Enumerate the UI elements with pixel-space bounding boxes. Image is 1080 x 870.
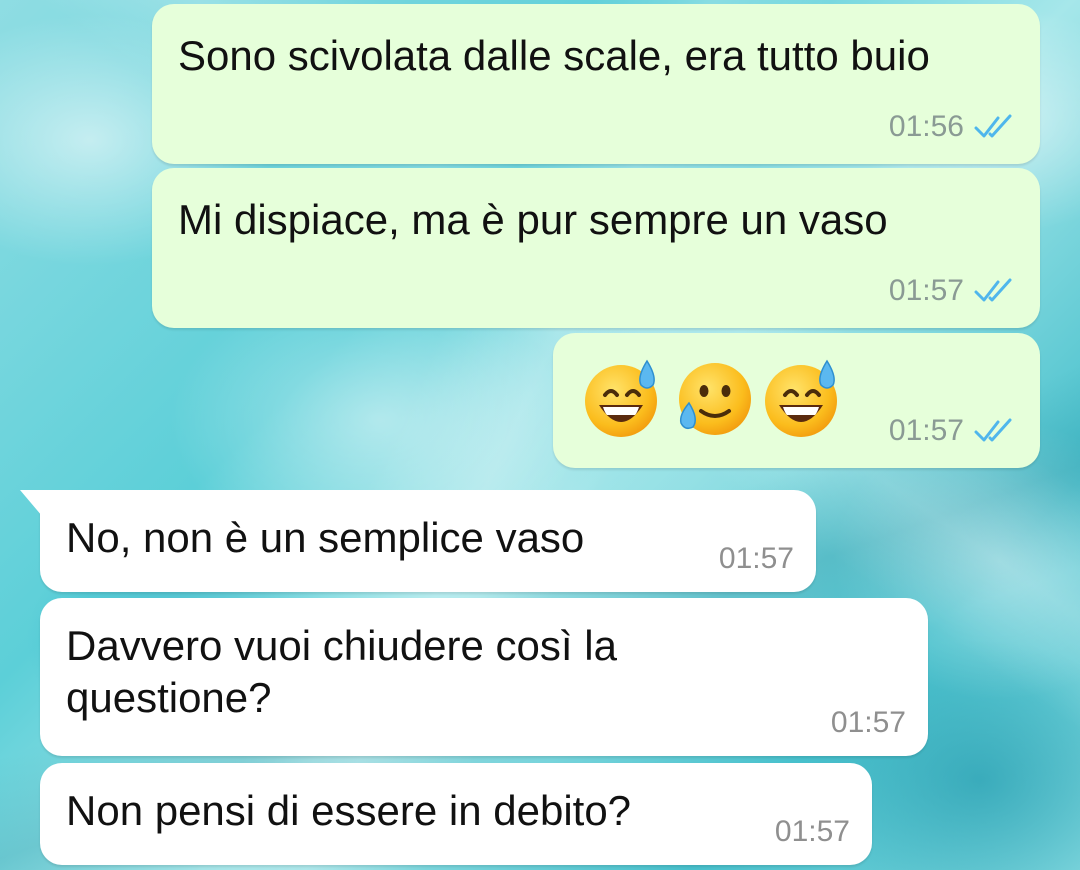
smiling-face-with-tear-icon: [679, 363, 751, 435]
message-outgoing-emoji[interactable]: 01:57: [553, 333, 1040, 468]
message-meta: 01:57: [719, 544, 794, 574]
message-text: Sono scivolata dalle scale, era tutto bu…: [178, 32, 930, 79]
message-meta: 01:57: [889, 416, 1018, 446]
message-meta: 01:57: [775, 817, 850, 847]
message-incoming[interactable]: Non pensi di essere in debito? 01:57: [40, 763, 872, 865]
emoji-row: [581, 357, 845, 441]
grinning-face-with-sweat-icon: [765, 359, 837, 437]
message-time: 01:57: [888, 414, 964, 447]
message-text: Non pensi di essere in debito?: [66, 787, 632, 834]
message-time: 01:57: [774, 815, 850, 848]
message-meta: 01:56: [889, 112, 1018, 142]
message-incoming[interactable]: Davvero vuoi chiudere così la questione?…: [40, 598, 928, 756]
message-time: 01:57: [830, 706, 906, 739]
double-check-icon: [974, 278, 1012, 302]
message-time: 01:56: [888, 110, 964, 143]
message-text: Davvero vuoi chiudere così la questione?: [66, 622, 617, 721]
grinning-face-with-sweat-icon: [585, 359, 657, 437]
message-text: Mi dispiace, ma è pur sempre un vaso: [178, 196, 888, 243]
message-outgoing[interactable]: Mi dispiace, ma è pur sempre un vaso 01:…: [152, 168, 1040, 328]
message-text: No, non è un semplice vaso: [66, 514, 585, 561]
message-time: 01:57: [888, 274, 964, 307]
message-meta: 01:57: [831, 708, 906, 738]
message-time: 01:57: [718, 542, 794, 575]
message-outgoing[interactable]: Sono scivolata dalle scale, era tutto bu…: [152, 4, 1040, 164]
message-meta: 01:57: [889, 276, 1018, 306]
double-check-icon: [974, 418, 1012, 442]
double-check-icon: [974, 114, 1012, 138]
message-incoming[interactable]: No, non è un semplice vaso 01:57: [20, 490, 816, 592]
